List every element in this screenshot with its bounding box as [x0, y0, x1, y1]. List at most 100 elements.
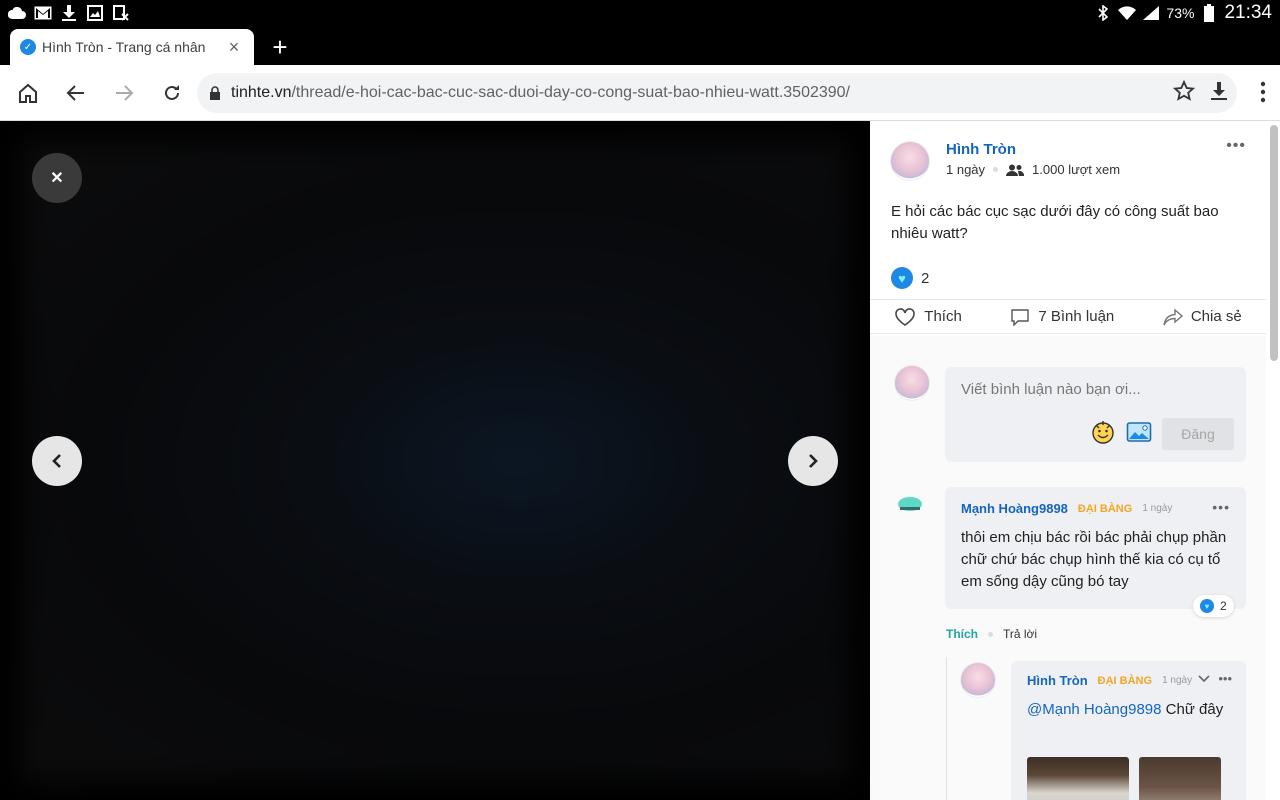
comment-time: 1 ngày — [1142, 503, 1173, 514]
battery-icon — [1200, 3, 1218, 22]
post-options-button[interactable]: ••• — [1226, 137, 1246, 155]
view-count: 1.000 lượt xem — [1032, 162, 1121, 177]
commenter-avatar[interactable] — [896, 495, 924, 517]
bookmark-star-button[interactable] — [1172, 79, 1196, 107]
next-image-button[interactable] — [788, 436, 838, 486]
close-viewer-button[interactable]: ✕ — [32, 153, 82, 203]
comment-options-button[interactable]: ••• — [1212, 499, 1230, 515]
forward-button[interactable] — [100, 69, 148, 117]
reply-header: Hình Tròn ĐẠI BÀNG 1 ngày — [1027, 673, 1192, 688]
comment-like-link[interactable]: Thích — [946, 627, 978, 641]
post-body: E hỏi các bác cục sạc dưới đây có công s… — [891, 203, 1219, 242]
comment-reaction-count: 2 — [1220, 599, 1227, 613]
heart-reaction-icon: ♥ — [1200, 599, 1214, 613]
signal-icon — [1142, 5, 1160, 21]
back-button[interactable] — [52, 69, 100, 117]
reply-body: Chữ đây — [1161, 701, 1224, 718]
post-reactions[interactable]: ♥ 2 — [891, 267, 929, 289]
screenshot-icon — [112, 4, 130, 21]
reply-controls: ••• — [1198, 671, 1232, 686]
tab-title: Hình Tròn - Trang cá nhân — [42, 39, 206, 55]
insert-image-button[interactable] — [1126, 420, 1152, 449]
reaction-count: 2 — [921, 269, 930, 287]
comment-reactions[interactable]: ♥ 2 — [1193, 595, 1234, 617]
browser-toolbar: tinhte.vn/thread/e-hoi-cac-bac-cuc-sac-d… — [0, 65, 1280, 121]
mention-link[interactable]: @Mạnh Hoàng9898 — [1027, 701, 1162, 718]
download-icon — [1211, 81, 1227, 100]
attachment-thumbnail[interactable] — [1027, 757, 1129, 800]
author-name[interactable]: Hình Tròn — [946, 141, 1120, 158]
like-button[interactable]: Thích — [894, 307, 962, 327]
comment-button[interactable]: 7 Bình luận — [1010, 308, 1114, 326]
commenter-name[interactable]: Mạnh Hoàng9898 — [961, 501, 1068, 516]
emoji-icon — [1092, 420, 1114, 444]
system-indicators: 73% 21:34 — [1094, 2, 1272, 24]
comment-composer[interactable]: Viết bình luận nào bạn ơi... Đăng — [945, 367, 1246, 462]
author-info: Hình Tròn 1 ngày 1.000 lượt xem — [946, 141, 1120, 181]
action-separator — [988, 631, 993, 637]
submit-comment-button[interactable]: Đăng — [1162, 418, 1234, 450]
url-text: tinhte.vn/thread/e-hoi-cac-bac-cuc-sac-d… — [231, 84, 850, 102]
download-icon — [60, 4, 78, 21]
close-icon: ✕ — [50, 170, 64, 187]
gmail-icon — [34, 5, 52, 21]
heart-reaction-icon: ♥ — [891, 267, 913, 289]
close-tab-icon[interactable]: × — [226, 38, 242, 56]
url-path: /thread/e-hoi-cac-bac-cuc-sac-duoi-day-c… — [291, 84, 850, 101]
emoji-button[interactable] — [1090, 419, 1116, 450]
comment-input[interactable]: Viết bình luận nào bạn ơi... — [961, 381, 1141, 398]
notification-icons — [8, 4, 130, 21]
image-icon — [86, 4, 104, 21]
previous-image-button[interactable] — [32, 436, 82, 486]
comments-section: Viết bình luận nào bạn ơi... Đăng Mạnh H… — [870, 335, 1266, 800]
home-icon — [19, 83, 37, 103]
meta-separator — [993, 167, 999, 172]
image-viewer: ✕ — [0, 121, 870, 800]
arrow-right-icon — [116, 84, 134, 101]
arrow-left-icon — [66, 84, 84, 101]
blurred-photo — [22, 141, 848, 781]
reply-text: @Mạnh Hoàng9898 Chữ đây — [1027, 699, 1237, 721]
home-button[interactable] — [4, 69, 52, 117]
address-bar-actions — [1172, 73, 1229, 113]
reply-time: 1 ngày — [1162, 675, 1193, 686]
system-status-bar: 73% 21:34 — [0, 0, 1280, 25]
comment-reply-link[interactable]: Trả lời — [1003, 627, 1037, 641]
comment-icon — [1011, 308, 1030, 326]
share-label: Chia sẻ — [1190, 308, 1242, 325]
reply-options-button[interactable]: ••• — [1218, 671, 1232, 686]
tab-strip: ✓ Hình Tròn - Trang cá nhân × + — [0, 25, 1280, 65]
comment: Mạnh Hoàng9898 ĐẠI BÀNG 1 ngày ••• thôi … — [945, 487, 1246, 617]
active-tab[interactable]: ✓ Hình Tròn - Trang cá nhân × — [10, 29, 254, 65]
post-panel: Hình Tròn 1 ngày 1.000 lượt xem ••• E hỏ… — [870, 121, 1280, 800]
panel-scrollbar[interactable] — [1270, 125, 1278, 361]
post-header: Hình Tròn 1 ngày 1.000 lượt xem — [890, 141, 1120, 181]
cloud-icon — [8, 5, 26, 21]
leaf-logo-icon — [898, 497, 922, 511]
address-bar[interactable]: tinhte.vn/thread/e-hoi-cac-bac-cuc-sac-d… — [197, 73, 1237, 113]
reply-author-avatar[interactable] — [960, 662, 996, 698]
composer-tools: Đăng — [1090, 418, 1234, 450]
battery-percent: 73% — [1166, 4, 1195, 21]
reply-author-name[interactable]: Hình Tròn — [1027, 673, 1088, 688]
reply-thread-line — [946, 657, 947, 800]
post-time: 1 ngày — [946, 162, 986, 177]
like-label: Thích — [924, 308, 962, 325]
new-tab-button[interactable]: + — [268, 33, 292, 61]
comment-label: 7 Bình luận — [1038, 308, 1115, 325]
share-button[interactable]: Chia sẻ — [1163, 307, 1242, 326]
attachment-thumbnail[interactable] — [1139, 757, 1221, 800]
clock: 21:34 — [1224, 1, 1272, 23]
star-icon — [1172, 79, 1196, 101]
reload-icon — [165, 84, 179, 100]
url-host: tinhte.vn — [231, 84, 292, 101]
browser-menu-button[interactable] — [1260, 81, 1266, 108]
reload-button[interactable] — [148, 69, 196, 117]
users-icon — [1006, 164, 1025, 176]
reply-rank-badge: ĐẠI BÀNG — [1097, 674, 1153, 687]
rank-badge: ĐẠI BÀNG — [1077, 502, 1133, 515]
share-icon — [1163, 307, 1183, 325]
chevron-down-icon — [1198, 674, 1210, 682]
download-page-button[interactable] — [1209, 81, 1229, 106]
author-avatar[interactable] — [890, 141, 930, 181]
